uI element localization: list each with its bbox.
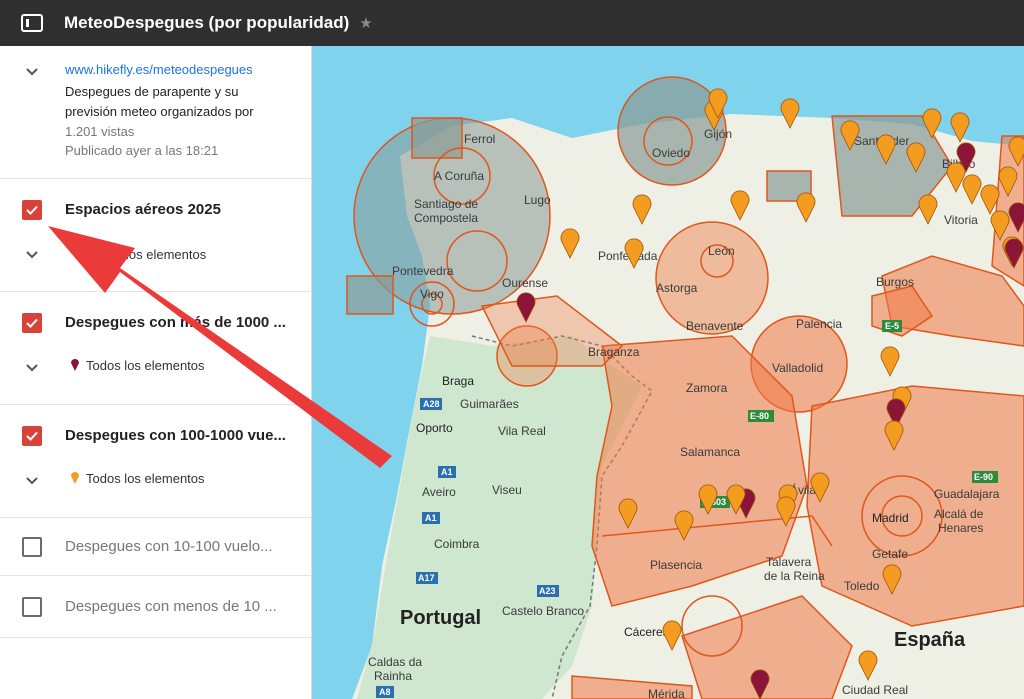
town-label: Burgos — [876, 275, 914, 289]
layer-title[interactable]: Despegues con 100-1000 vue... — [65, 427, 286, 444]
town-label: Getafe — [872, 547, 908, 561]
views-count: 1.201 vistas — [65, 124, 135, 139]
layer-checkbox[interactable] — [22, 313, 42, 333]
layer-takeoffs-100-1000: Despegues con 100-1000 vue... Todos los … — [0, 405, 311, 518]
town-label: Compostela — [414, 211, 478, 225]
layer-title[interactable]: Despegues con 10-100 vuelo... — [65, 538, 273, 555]
town-label: Valladolid — [772, 361, 823, 375]
layer-checkbox[interactable] — [22, 537, 42, 557]
map-title: MeteoDespegues (por popularidad) — [64, 13, 350, 32]
town-label: León — [708, 244, 735, 258]
town-label: Oviedo — [652, 146, 690, 160]
road-label: E-5 — [885, 321, 899, 331]
layer-airspaces: Espacios aéreos 2025 los elementos — [0, 179, 311, 292]
info-description: Despegues de parapente y su previsión me… — [65, 84, 254, 119]
town-label: Salamanca — [680, 445, 740, 459]
pin-maroon-icon — [71, 359, 79, 371]
town-label: Braganza — [588, 345, 640, 359]
road-label: A17 — [418, 573, 435, 583]
town-label: Talavera — [766, 555, 812, 569]
town-label: Braga — [442, 374, 474, 388]
road-label: A23 — [539, 586, 556, 596]
town-label: Coimbra — [434, 537, 480, 551]
layer-takeoffs-under-10: Despegues con menos de 10 ... — [0, 576, 311, 638]
town-label: Guadalajara — [934, 487, 1000, 501]
map-svg[interactable]: A28 A1 A17 A23 A8 E-80 E-803 E-90 E-5 A1… — [312, 46, 1024, 699]
country-label: Portugal — [400, 607, 481, 629]
chevron-down-icon[interactable] — [24, 64, 40, 80]
town-label: Rainha — [374, 669, 412, 683]
town-label: Ourense — [502, 276, 548, 290]
published-date: Publicado ayer a las 18:21 — [65, 143, 219, 158]
town-label: Ferrol — [464, 132, 495, 146]
road-label: E-80 — [750, 411, 769, 421]
layer-takeoffs-10-100: Despegues con 10-100 vuelo... — [0, 518, 311, 576]
layer-sub-label[interactable]: Todos los elementos — [86, 471, 205, 486]
town-label: Guimarães — [460, 397, 519, 411]
town-label: Henares — [938, 521, 983, 535]
layer-checkbox[interactable] — [22, 426, 42, 446]
chevron-down-icon[interactable] — [24, 247, 40, 263]
town-label: Madrid — [872, 511, 909, 525]
town-label: de la Reina — [764, 569, 825, 583]
road-label: A8 — [379, 687, 391, 697]
town-label: Alcalá de — [934, 507, 984, 521]
panel-toggle-icon[interactable] — [0, 0, 64, 46]
town-label: Gijón — [704, 127, 732, 141]
layer-title[interactable]: Despegues con menos de 10 ... — [65, 598, 277, 615]
pin-orange-icon — [71, 472, 79, 484]
town-label: Lugo — [524, 193, 551, 207]
layer-takeoffs-1000plus: Despegues con más de 1000 ... Todos los … — [0, 292, 311, 405]
town-label: Santiago de — [414, 197, 478, 211]
town-label: A Coruña — [434, 169, 484, 183]
layer-title[interactable]: Despegues con más de 1000 ... — [65, 314, 286, 331]
town-label: Pontevedra — [392, 264, 454, 278]
town-label: Vila Real — [498, 424, 546, 438]
town-label: Cáceres — [624, 625, 669, 639]
town-label: Aveiro — [422, 485, 456, 499]
road-label: A28 — [423, 399, 440, 409]
town-label: Zamora — [686, 381, 728, 395]
road-label: E-90 — [974, 472, 993, 482]
country-label: España — [894, 629, 966, 651]
chevron-down-icon[interactable] — [24, 360, 40, 376]
map-info: www.hikefly.es/meteodespegues Despegues … — [0, 46, 311, 179]
road-label: A1 — [425, 513, 437, 523]
town-label: Benavente — [686, 319, 744, 333]
sidebar: www.hikefly.es/meteodespegues Despegues … — [0, 46, 312, 699]
info-link[interactable]: www.hikefly.es/meteodespegues — [65, 62, 311, 77]
layer-sub-label[interactable]: los elementos — [126, 247, 206, 262]
town-label: Caldas da — [368, 655, 422, 669]
town-label: Vitoria — [944, 213, 978, 227]
layer-title[interactable]: Espacios aéreos 2025 — [65, 201, 221, 218]
town-label: Viseu — [492, 483, 522, 497]
town-label: Vigo — [420, 287, 444, 301]
road-label: A1 — [441, 467, 453, 477]
chevron-down-icon[interactable] — [24, 473, 40, 489]
layer-checkbox[interactable] — [22, 200, 42, 220]
layer-sub-label[interactable]: Todos los elementos — [86, 358, 205, 373]
town-label: Plasencia — [650, 558, 702, 572]
star-icon[interactable]: ★ — [359, 14, 372, 32]
top-bar: MeteoDespegues (por popularidad) ★ — [0, 0, 1024, 46]
town-label: Ciudad Real — [842, 683, 908, 697]
layer-checkbox[interactable] — [22, 597, 42, 617]
town-label: Mérida — [648, 687, 685, 699]
town-label: Palencia — [796, 317, 842, 331]
map-canvas[interactable]: A28 A1 A17 A23 A8 E-80 E-803 E-90 E-5 A1… — [312, 46, 1024, 699]
town-label: Castelo Branco — [502, 604, 584, 618]
town-label: Oporto — [416, 421, 453, 435]
town-label: Astorga — [656, 281, 698, 295]
town-label: Toledo — [844, 579, 880, 593]
